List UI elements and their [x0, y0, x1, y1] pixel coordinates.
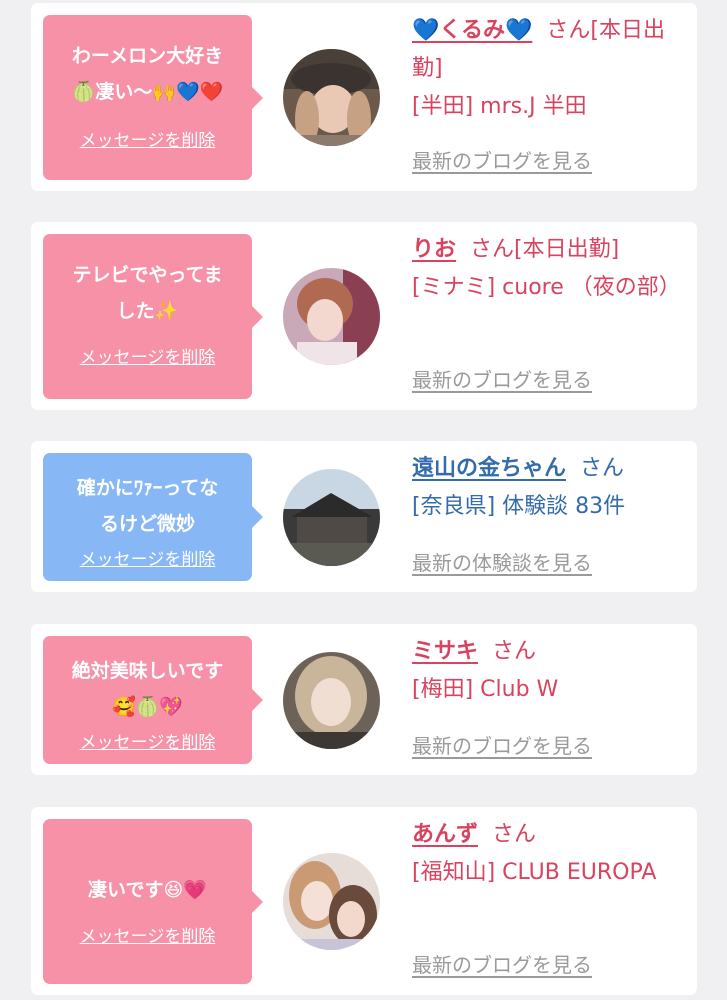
- message-bubble: 確かにﾜｧｰってな るけど微妙 メッセージを削除: [43, 453, 263, 581]
- latest-blog-link[interactable]: 最新のブログを見る: [412, 953, 592, 977]
- sender-info: あんず さん [福知山] CLUB EUROPA: [412, 816, 694, 892]
- shop-info: [ミナミ] cuore （夜の部）: [412, 275, 681, 300]
- message-text-line1: 確かにﾜｧｰってな: [76, 477, 219, 499]
- message-text-line2: るけど微妙: [99, 513, 195, 535]
- shop-info: [福知山] CLUB EUROPA: [412, 860, 657, 885]
- message-text-line1: 絶対美味しいです: [71, 660, 224, 682]
- avatar[interactable]: [283, 268, 380, 365]
- honorific: さん: [492, 822, 537, 847]
- latest-experience-link[interactable]: 最新の体験談を見る: [412, 551, 592, 575]
- shop-info: [梅田] Club W: [412, 677, 559, 702]
- avatar[interactable]: [283, 49, 380, 146]
- message-text-line2: した✨: [116, 300, 179, 322]
- message-card: 絶対美味しいです 🥰🍈💖 メッセージを削除 ミサキ さん [梅田] Club W …: [31, 624, 697, 775]
- shop-info: [奈良県] 体験談 83件: [412, 494, 626, 519]
- honorific: さん: [470, 237, 515, 262]
- message-text-line1: わーメロン大好き: [71, 45, 224, 67]
- message-text-line1: テレビでやってま: [72, 264, 223, 286]
- message-bubble: 絶対美味しいです 🥰🍈💖 メッセージを削除: [43, 636, 263, 764]
- sender-name-link[interactable]: ミサキ: [412, 639, 478, 664]
- honorific: さん: [580, 456, 625, 481]
- message-bubble: わーメロン大好き 🍈凄い〜🙌💙❤️ メッセージを削除: [43, 15, 263, 180]
- message-card: わーメロン大好き 🍈凄い〜🙌💙❤️ メッセージを削除 💙くるみ💙 さん[本日出勤]…: [31, 3, 697, 191]
- delete-message-link[interactable]: メッセージを削除: [43, 926, 252, 948]
- sender-info: ミサキ さん [梅田] Club W: [412, 633, 694, 709]
- latest-blog-link[interactable]: 最新のブログを見る: [412, 734, 592, 758]
- latest-blog-link[interactable]: 最新のブログを見る: [412, 368, 592, 392]
- delete-message-link[interactable]: メッセージを削除: [43, 549, 252, 571]
- attendance-status: [本日出勤]: [514, 237, 620, 262]
- message-card: テレビでやってま した✨ メッセージを削除 りお さん[本日出勤] [ミナミ] c…: [31, 222, 697, 410]
- message-text-line2: 🍈凄い〜🙌💙❤️: [71, 81, 224, 103]
- delete-message-link[interactable]: メッセージを削除: [43, 732, 252, 754]
- shop-info: [半田] mrs.J 半田: [412, 94, 587, 119]
- message-card: 凄いです😆💗 メッセージを削除 あんず さん [福知山] CLUB EUROPA …: [31, 807, 697, 995]
- sender-name-link[interactable]: 💙くるみ💙: [412, 18, 532, 43]
- message-text-line1: 凄いです😆💗: [88, 879, 207, 901]
- latest-blog-link[interactable]: 最新のブログを見る: [412, 149, 592, 173]
- sender-info: りお さん[本日出勤] [ミナミ] cuore （夜の部）: [412, 231, 694, 307]
- honorific: さん: [546, 18, 591, 43]
- delete-message-link[interactable]: メッセージを削除: [43, 347, 252, 369]
- message-list: わーメロン大好き 🍈凄い〜🙌💙❤️ メッセージを削除 💙くるみ💙 さん[本日出勤]…: [0, 0, 727, 1000]
- message-card: 確かにﾜｧｰってな るけど微妙 メッセージを削除 遠山の金ちゃん さん [奈良県]…: [31, 441, 697, 592]
- message-text-line2: 🥰🍈💖: [112, 696, 183, 718]
- message-bubble: 凄いです😆💗 メッセージを削除: [43, 819, 263, 984]
- sender-info: 遠山の金ちゃん さん [奈良県] 体験談 83件: [412, 450, 694, 526]
- sender-info: 💙くるみ💙 さん[本日出勤] [半田] mrs.J 半田: [412, 12, 694, 126]
- avatar[interactable]: [283, 469, 380, 566]
- avatar[interactable]: [283, 853, 380, 950]
- sender-name-link[interactable]: あんず: [412, 822, 478, 847]
- delete-message-link[interactable]: メッセージを削除: [43, 130, 252, 152]
- message-bubble: テレビでやってま した✨ メッセージを削除: [43, 234, 263, 399]
- avatar[interactable]: [283, 652, 380, 749]
- honorific: さん: [492, 639, 537, 664]
- sender-name-link[interactable]: 遠山の金ちゃん: [412, 456, 566, 481]
- sender-name-link[interactable]: りお: [412, 237, 456, 262]
